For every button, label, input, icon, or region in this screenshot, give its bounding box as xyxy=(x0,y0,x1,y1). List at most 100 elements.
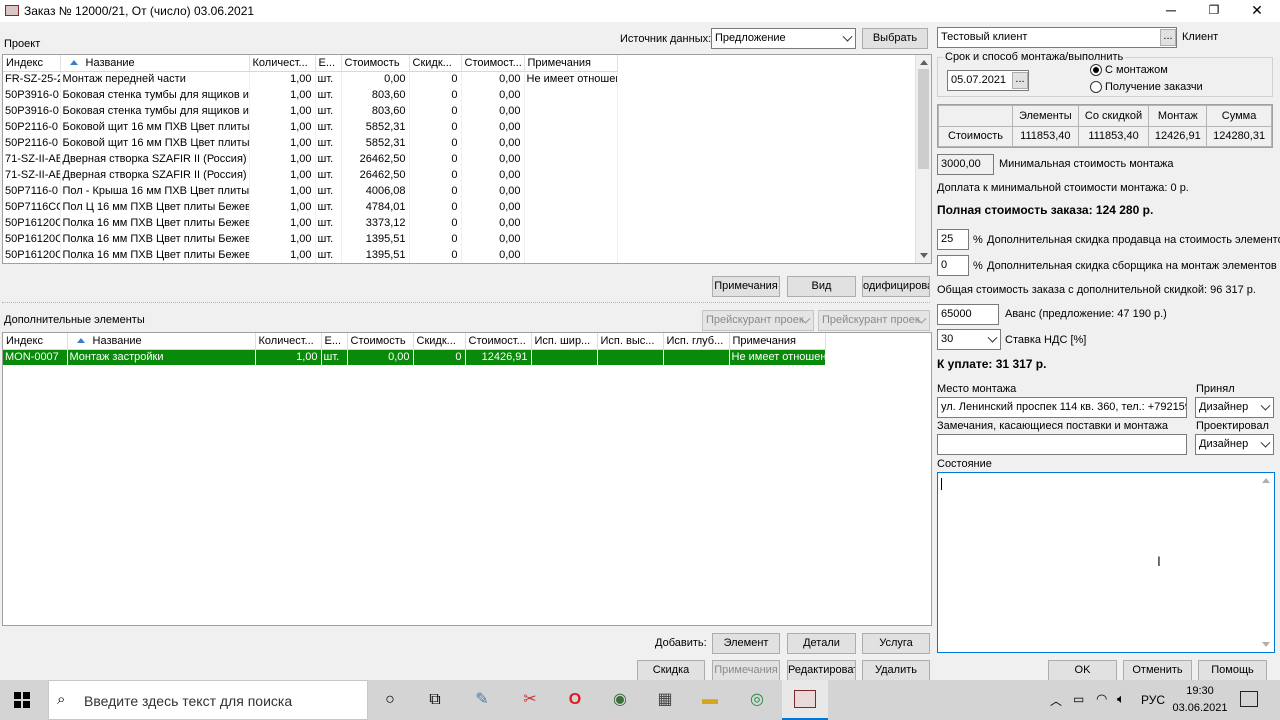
table-row[interactable]: 50P16120C Полка 16 мм ПХВ Цвет плиты Беже… xyxy=(3,215,618,231)
table-cell[interactable]: 50P16120C xyxy=(3,247,61,263)
table-cell[interactable]: шт. xyxy=(315,135,342,151)
table-cell[interactable]: шт. xyxy=(315,199,342,215)
table-cell[interactable]: 0,00 xyxy=(461,199,525,215)
table-cell[interactable]: 50P16120C xyxy=(3,231,61,247)
minimize-button[interactable]: ─ xyxy=(1150,0,1192,22)
table-cell[interactable]: 1395,51 xyxy=(341,247,410,263)
table-cell[interactable]: 0 xyxy=(409,87,462,103)
task-view-icon[interactable]: ⧉ xyxy=(423,688,447,712)
table-cell[interactable]: 1,00 xyxy=(249,183,316,199)
col-header-cost2[interactable]: Стоимост... xyxy=(465,333,532,350)
table-cell[interactable]: Полка 16 мм ПХВ Цвет плиты Бежевь xyxy=(60,247,250,263)
table-cell[interactable]: 0,00 xyxy=(461,151,525,167)
table-row[interactable]: 71-SZ-II-AB Дверная створка SZAFIR II (Ро… xyxy=(3,167,618,183)
edit-button[interactable]: Редактироват xyxy=(787,660,856,681)
table-cell[interactable]: 1,00 xyxy=(249,119,316,135)
table-cell[interactable]: 0,00 xyxy=(461,231,525,247)
file-explorer-icon[interactable]: ▬ xyxy=(698,688,722,712)
table-cell[interactable]: 0 xyxy=(409,215,462,231)
table-cell[interactable]: шт. xyxy=(315,167,342,183)
col-header-qty[interactable]: Количест... xyxy=(249,55,316,72)
table-cell[interactable]: 1,00 xyxy=(249,199,316,215)
col-header-discount[interactable]: Скидк... xyxy=(413,333,466,350)
table-cell[interactable]: 0 xyxy=(409,199,462,215)
taskbar-search[interactable]: ⌕ Введите здесь текст для поиска xyxy=(48,680,368,720)
table-cell[interactable]: 803,60 xyxy=(341,103,410,119)
state-scrollbar[interactable] xyxy=(1258,473,1274,652)
help-button[interactable]: Помощь xyxy=(1198,660,1267,681)
table-cell[interactable]: 0,00 xyxy=(347,349,414,365)
notifications-icon[interactable] xyxy=(1240,691,1258,707)
table-cell[interactable]: 26462,50 xyxy=(341,167,410,183)
table-cell[interactable]: 50P16120C xyxy=(3,215,61,231)
delete-button[interactable]: Удалить xyxy=(862,660,930,681)
table-cell[interactable]: 71-SZ-II-AB xyxy=(3,151,61,167)
table-cell[interactable]: шт. xyxy=(315,103,342,119)
cancel-button[interactable]: Отменить xyxy=(1123,660,1192,681)
table-cell[interactable]: 50P3916-0 xyxy=(3,87,61,103)
date-picker-button[interactable]: ... xyxy=(1012,72,1028,89)
assembler-discount-field[interactable]: 0 xyxy=(937,255,969,276)
col-header-cost[interactable]: Стоимость xyxy=(341,55,410,72)
table-cell[interactable]: 1,00 xyxy=(249,87,316,103)
table-row[interactable]: 50P7116CC Пол Ц 16 мм ПХВ Цвет плиты Беже… xyxy=(3,199,618,215)
table-cell[interactable] xyxy=(524,119,618,135)
active-app-taskbar-button[interactable] xyxy=(782,680,828,720)
table-cell[interactable] xyxy=(524,87,618,103)
add-details-button[interactable]: Детали xyxy=(787,633,856,654)
col-header-unit[interactable]: Е... xyxy=(315,55,342,72)
col-header-unit[interactable]: Е... xyxy=(321,333,348,350)
table-cell[interactable]: 0 xyxy=(409,231,462,247)
table-cell[interactable] xyxy=(524,183,618,199)
table-cell[interactable] xyxy=(524,231,618,247)
table-cell[interactable]: Дверная створка SZAFIR II (Россия) Б xyxy=(60,151,250,167)
radio-with-install[interactable] xyxy=(1090,64,1102,76)
table-cell[interactable]: 0,00 xyxy=(341,71,410,87)
table-row[interactable]: MON-0007 Монтаж застройки 1,00 шт. 0,00 0 1242… xyxy=(3,349,826,365)
table-row[interactable]: 50P3916-0 Боковая стенка тумбы для ящиков… xyxy=(3,103,618,119)
table-cell[interactable]: 0 xyxy=(409,151,462,167)
table-cell[interactable] xyxy=(663,349,730,365)
ok-button[interactable]: OK xyxy=(1048,660,1117,681)
table-cell[interactable]: 0,00 xyxy=(461,135,525,151)
table-cell[interactable]: 0,00 xyxy=(461,119,525,135)
table-cell[interactable]: 1,00 xyxy=(249,71,316,87)
table-cell[interactable]: 50P7116-0 xyxy=(3,183,61,199)
project-scrollbar[interactable] xyxy=(915,55,931,263)
data-source-select[interactable]: Предложение xyxy=(711,28,856,49)
volume-icon[interactable]: 🔈︎ xyxy=(1117,691,1125,707)
col-header-index[interactable]: Индекс xyxy=(3,333,68,350)
table-cell[interactable]: Монтаж застройки xyxy=(67,349,256,365)
table-cell[interactable] xyxy=(524,151,618,167)
wifi-icon[interactable]: ◠ xyxy=(1096,691,1107,707)
table-cell[interactable]: 0,00 xyxy=(461,183,525,199)
table-cell[interactable]: Боковой щит 16 мм ПХВ Цвет плиты Б xyxy=(60,135,250,151)
table-cell[interactable]: 0 xyxy=(409,135,462,151)
table-cell[interactable]: 0 xyxy=(409,103,462,119)
table-cell[interactable]: 0 xyxy=(409,71,462,87)
table-row[interactable]: 71-SZ-II-AB Дверная створка SZAFIR II (Ро… xyxy=(3,151,618,167)
table-row[interactable]: 50P3916-0 Боковая стенка тумбы для ящиков… xyxy=(3,87,618,103)
close-button[interactable]: ✕ xyxy=(1236,0,1278,22)
project-grid[interactable]: Индекс Название Количест... Е... Стоимос… xyxy=(2,54,932,264)
scroll-down-icon[interactable] xyxy=(920,253,928,258)
choose-button[interactable]: Выбрать xyxy=(862,28,928,49)
language-indicator[interactable]: РУС xyxy=(1141,693,1165,707)
chrome-icon[interactable]: ◎ xyxy=(745,688,769,712)
table-cell[interactable]: 1395,51 xyxy=(341,231,410,247)
table-cell[interactable]: 0,00 xyxy=(461,71,525,87)
table-cell[interactable]: Не имеет отношен xyxy=(524,71,618,87)
table-cell[interactable]: 50P2116-0 xyxy=(3,135,61,151)
extra-grid[interactable]: Индекс Название Количест... Е... Стоимос… xyxy=(2,332,932,626)
table-cell[interactable]: 1,00 xyxy=(249,135,316,151)
scroll-up-icon[interactable] xyxy=(920,60,928,65)
table-cell[interactable]: 1,00 xyxy=(249,247,316,263)
table-cell[interactable]: 1,00 xyxy=(249,103,316,119)
snipping-tool-icon[interactable]: ✂ xyxy=(518,688,542,712)
client-browse-button[interactable]: ... xyxy=(1160,29,1176,46)
table-row[interactable]: 50P16120C Полка 16 мм ПХВ Цвет плиты Беже… xyxy=(3,247,618,263)
cortana-icon[interactable]: ○ xyxy=(378,688,402,712)
calculator-icon[interactable]: ▦ xyxy=(653,688,677,712)
scroll-thumb[interactable] xyxy=(918,69,929,169)
col-header-name[interactable]: Название xyxy=(67,333,256,350)
